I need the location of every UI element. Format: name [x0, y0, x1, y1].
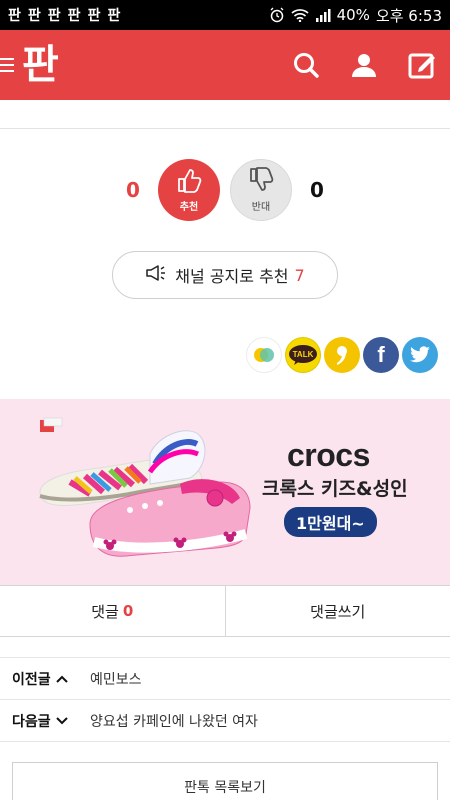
comments-count: 0 [122, 602, 134, 620]
oppose-button[interactable]: 반대 [230, 159, 292, 221]
facebook-share-button[interactable]: f [363, 337, 399, 373]
alarm-icon [269, 7, 285, 23]
band-share-button[interactable] [324, 337, 360, 373]
recommend-button[interactable]: 추천 [158, 159, 220, 221]
user-icon[interactable] [348, 49, 380, 81]
ad-brand-logo: crocs [287, 437, 370, 473]
kakaotalk-share-button[interactable]: TALK [285, 337, 321, 373]
write-icon[interactable] [406, 49, 438, 81]
next-post-row[interactable]: 다음글 양요섭 카페인에 나왔던 여자 [0, 700, 450, 742]
kakaostory-share-button[interactable] [246, 337, 282, 373]
notification-pann-icon: 판 [87, 8, 101, 24]
status-bar: 판 판 판 판 판 판 40% 오후 6:53 [0, 0, 450, 30]
clock: 오후 6:53 [375, 6, 442, 25]
signal-icon [315, 8, 331, 22]
notification-pann-icon: 판 [27, 8, 41, 24]
prev-post-title[interactable]: 예민보스 [90, 669, 142, 689]
channel-notice-label: 채널 공지로 추천 [175, 267, 289, 286]
recommend-count: 0 [126, 178, 140, 202]
vote-section: 0 추천 반대 0 [0, 159, 450, 221]
prev-post-label: 이전글 [12, 671, 51, 688]
thumbs-down-icon [248, 167, 274, 197]
notification-icons: 판 판 판 판 판 판 [8, 5, 120, 25]
prev-post-row[interactable]: 이전글 예민보스 [0, 658, 450, 700]
channel-notice-recommend-button[interactable]: 채널 공지로 추천 7 [112, 251, 338, 299]
write-comment-label: 댓글쓰기 [310, 602, 366, 621]
divider [0, 128, 450, 129]
shoes-image [39, 417, 251, 557]
facebook-icon: f [377, 342, 385, 367]
comments-tab[interactable]: 댓글 0 [0, 586, 225, 636]
recommend-label: 추천 [179, 202, 199, 213]
oppose-label: 반대 [251, 202, 271, 213]
pann-logo[interactable]: 판 [22, 45, 59, 85]
ad-subtitle: 크록스 키즈&성인 [262, 478, 408, 500]
ad-price-badge: 1만원대~ [284, 507, 377, 537]
write-comment-tab[interactable]: 댓글쓰기 [224, 586, 450, 636]
thumbs-up-icon [176, 167, 202, 197]
battery-level: 40% [336, 6, 370, 24]
twitter-share-button[interactable] [402, 337, 438, 373]
comment-tabs: 댓글 0 댓글쓰기 [0, 585, 450, 637]
talk-text: TALK [293, 350, 314, 359]
next-post-label: 다음글 [12, 713, 51, 730]
share-buttons: TALK f [0, 337, 450, 373]
menu-icon[interactable] [0, 58, 22, 72]
logo-menu[interactable]: 판 [0, 45, 59, 85]
comments-label: 댓글 [91, 602, 119, 621]
chevron-down-icon [55, 716, 68, 724]
channel-notice-count: 7 [294, 265, 305, 285]
post-navigation: 이전글 예민보스 다음글 양요섭 카페인에 나왔던 여자 [0, 657, 450, 742]
next-post-title[interactable]: 양요섭 카페인에 나왔던 여자 [90, 711, 258, 731]
app-header: 판 [0, 30, 450, 100]
notification-pann-icon: 판 [8, 8, 21, 24]
search-icon[interactable] [290, 49, 322, 81]
notification-pann-icon: 판 [67, 8, 81, 24]
wifi-icon [291, 8, 309, 22]
ad-banner[interactable]: crocs 크록스 키즈&성인 1만원대~ [0, 399, 450, 585]
oppose-count: 0 [310, 178, 324, 202]
chevron-up-icon [55, 675, 68, 683]
pann-talk-list-button[interactable]: 판톡 목록보기 [12, 762, 438, 800]
megaphone-icon [145, 264, 169, 286]
notification-pann-icon: 판 [107, 8, 121, 24]
notification-pann-icon: 판 [47, 8, 61, 24]
